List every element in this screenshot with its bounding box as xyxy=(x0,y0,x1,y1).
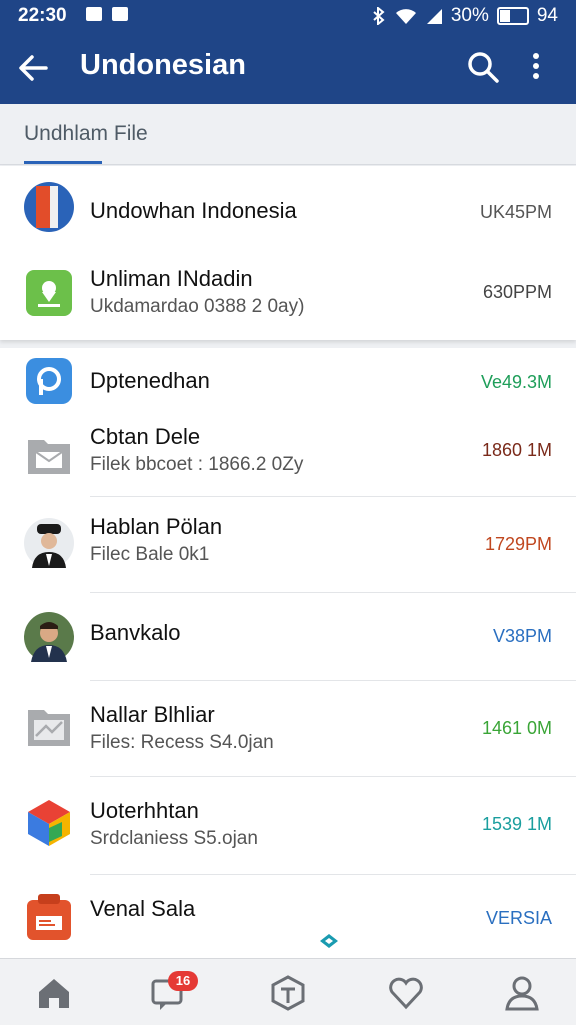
divider xyxy=(90,496,576,497)
item-subtitle: Filek bbcoet : 1866.2 0Zy xyxy=(90,454,304,475)
bottom-navigation: 16 xyxy=(0,958,576,1025)
list-item[interactable]: Dptenedhan Ve49.3M xyxy=(0,354,576,418)
list-item[interactable]: Venal Sala VERSIA xyxy=(0,876,576,956)
home-icon[interactable] xyxy=(34,973,74,1013)
back-arrow-icon[interactable] xyxy=(16,50,52,86)
notification-icons xyxy=(86,7,128,21)
item-time: 630PPM xyxy=(482,282,552,302)
battery-icon xyxy=(496,7,529,25)
item-name: Cbtan Dele xyxy=(90,424,201,449)
notification-badge: 16 xyxy=(168,971,198,991)
item-name: Uoterhhtan xyxy=(90,798,199,823)
avatar-man-icon xyxy=(24,612,74,662)
map-pin-icon xyxy=(26,270,72,316)
divider xyxy=(90,776,576,777)
avatar-officer-icon xyxy=(24,518,74,568)
profile-icon[interactable] xyxy=(502,973,542,1013)
red-document-icon xyxy=(27,894,71,940)
list-item[interactable]: Undowhan Indonesia UK45PM xyxy=(0,176,576,246)
item-name: Undowhan Indonesia xyxy=(90,198,297,223)
app-bar: Undonesian xyxy=(0,32,576,104)
item-time: 1729PM xyxy=(484,534,552,554)
divider xyxy=(90,680,576,681)
item-name: Venal Sala xyxy=(90,896,196,921)
item-name: Nallar Blhliar xyxy=(90,702,215,727)
item-time: V38PM xyxy=(492,626,552,646)
divider xyxy=(90,874,576,875)
scroll-indicator-icon xyxy=(320,934,338,948)
item-subtitle: Files: Recess S4.0jan xyxy=(90,732,274,753)
status-bar: 22:30 30% 94 xyxy=(0,0,576,32)
status-extra: 94 xyxy=(536,5,558,26)
item-name: Banvkalo xyxy=(90,620,181,645)
list-item[interactable]: Hablan Pölan Filec Bale 0k1 1729PM xyxy=(0,498,576,590)
section-recent: Undowhan Indonesia UK45PM Unliman INdadi… xyxy=(0,166,576,340)
section-files: Dptenedhan Ve49.3M Cbtan Dele Filek bbco… xyxy=(0,348,576,958)
notification-icon xyxy=(112,7,128,21)
list-item[interactable]: Cbtan Dele Filek bbcoet : 1866.2 0Zy 186… xyxy=(0,418,576,496)
status-time: 22:30 xyxy=(18,5,67,26)
heart-icon[interactable] xyxy=(386,973,426,1013)
item-name: Unliman INdadin xyxy=(90,266,253,291)
box-icon[interactable] xyxy=(268,973,308,1013)
item-time: 1461 0M xyxy=(481,718,552,738)
item-time: Ve49.3M xyxy=(480,372,552,392)
item-name: Hablan Pölan xyxy=(90,514,223,539)
item-subtitle: Filec Bale 0k1 xyxy=(90,544,210,565)
tab-indicator xyxy=(24,161,102,164)
more-vert-icon[interactable] xyxy=(530,50,542,84)
list-item[interactable]: Uoterhhtan Srdclaniess S5.ojan 1539 1M xyxy=(0,778,576,874)
battery-percent: 30% xyxy=(450,5,489,26)
list-item[interactable]: Unliman INdadin Ukdamardao 0388 2 0ay) 6… xyxy=(0,256,576,336)
item-name: Dptenedhan xyxy=(90,368,210,393)
mail-folder-icon xyxy=(28,440,70,474)
tab-files[interactable]: Undhlam File xyxy=(24,122,148,146)
divider xyxy=(90,592,576,593)
item-time: VERSIA xyxy=(485,908,552,928)
wifi-icon xyxy=(395,9,416,24)
item-subtitle: Srdclaniess S5.ojan xyxy=(90,828,258,849)
notification-icon xyxy=(86,7,102,21)
tab-row: Undhlam File xyxy=(0,104,576,165)
search-icon[interactable] xyxy=(466,50,500,84)
item-subtitle: Ukdamardao 0388 2 0ay) xyxy=(90,296,305,317)
item-time: UK45PM xyxy=(479,202,552,222)
page-title: Undonesian xyxy=(80,49,246,81)
status-right: 30% 94 xyxy=(371,5,558,27)
bluetooth-icon xyxy=(373,7,385,25)
p-app-icon xyxy=(26,358,72,404)
list-item[interactable]: Banvkalo V38PM xyxy=(0,594,576,680)
list-item[interactable]: Nallar Blhliar Files: Recess S4.0jan 146… xyxy=(0,682,576,776)
item-time: 1539 1M xyxy=(481,814,552,834)
signal-icon xyxy=(426,9,442,24)
image-folder-icon xyxy=(28,710,70,746)
item-time: 1860 1M xyxy=(481,440,552,460)
indonesia-flag-icon xyxy=(24,182,74,232)
colorful-cube-icon xyxy=(28,800,70,846)
